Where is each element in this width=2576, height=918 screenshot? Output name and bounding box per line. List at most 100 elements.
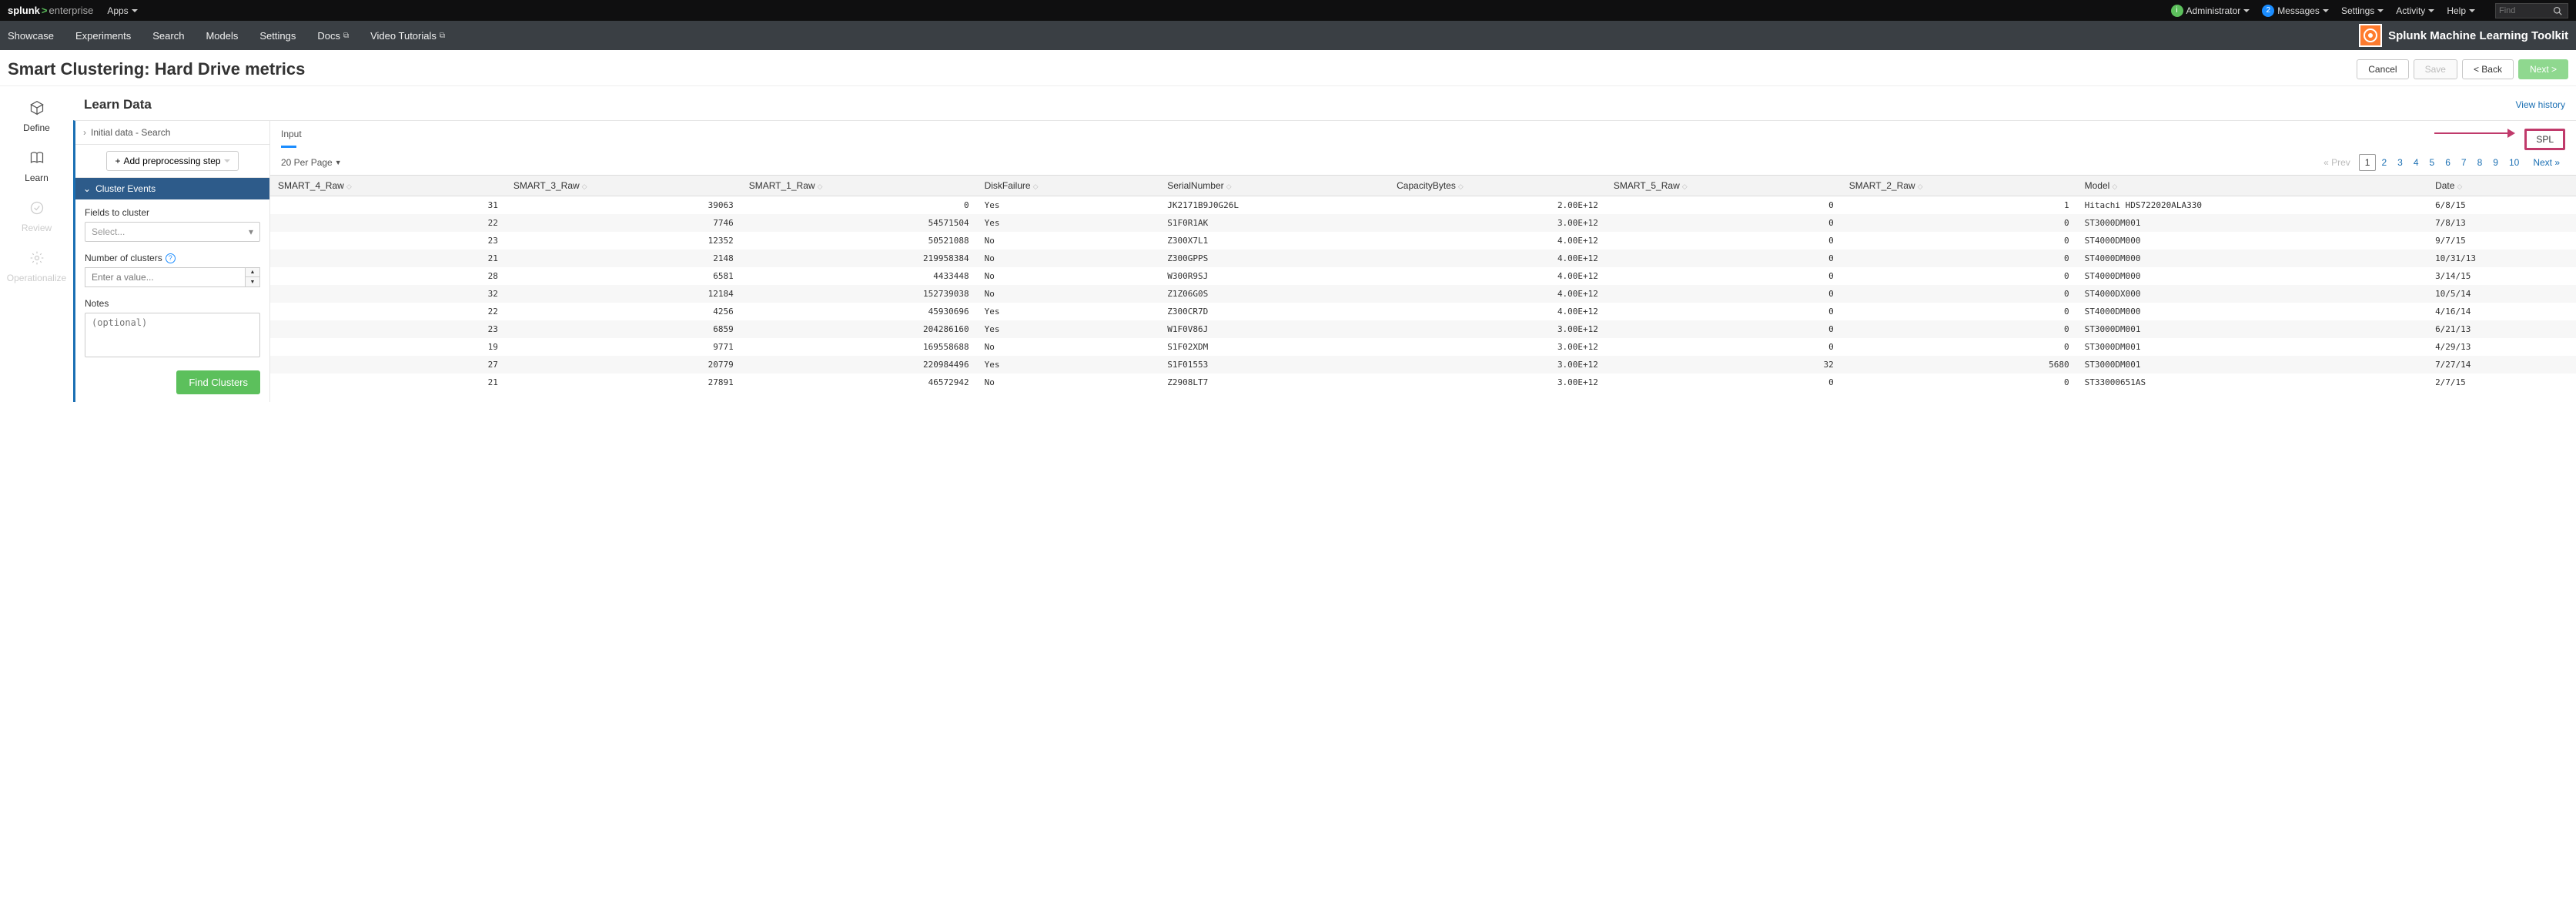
table-row[interactable]: 3212184152739038NoZ1Z06G0S4.00E+1200ST40… — [270, 285, 2576, 303]
fields-to-cluster-select[interactable]: Select... ▾ — [85, 222, 260, 242]
cell: 45930696 — [741, 303, 977, 320]
brand[interactable]: splunk>enterprise — [8, 5, 93, 16]
col-SMART_5_Raw[interactable]: SMART_5_Raw◇ — [1606, 176, 1842, 196]
pager-page-6[interactable]: 6 — [2440, 155, 2456, 170]
col-Date[interactable]: Date◇ — [2427, 176, 2576, 196]
pager-page-5[interactable]: 5 — [2424, 155, 2441, 170]
table-row[interactable]: 22774654571504YesS1F0R1AK3.00E+1200ST300… — [270, 214, 2576, 232]
nav-experiments[interactable]: Experiments — [75, 30, 131, 42]
pager-page-7[interactable]: 7 — [2456, 155, 2472, 170]
table-row[interactable]: 231235250521088NoZ300X7L14.00E+1200ST400… — [270, 232, 2576, 250]
cell: 0 — [1606, 303, 1842, 320]
cell: ST3000DM001 — [2077, 356, 2427, 374]
nav-settings[interactable]: Settings — [259, 30, 296, 42]
cancel-button[interactable]: Cancel — [2357, 59, 2408, 79]
table-row[interactable]: 212148219958384NoZ300GPPS4.00E+1200ST400… — [270, 250, 2576, 267]
administrator-menu[interactable]: i Administrator — [2171, 5, 2250, 17]
search-icon — [2553, 6, 2562, 15]
col-Model[interactable]: Model◇ — [2077, 176, 2427, 196]
cell: S1F01553 — [1159, 356, 1389, 374]
nav-search[interactable]: Search — [152, 30, 184, 42]
title-row: Smart Clustering: Hard Drive metrics Can… — [0, 50, 2576, 86]
cell: 22 — [270, 303, 506, 320]
cell: No — [977, 232, 1160, 250]
app-brand[interactable]: Splunk Machine Learning Toolkit — [2359, 24, 2568, 47]
per-page-dropdown[interactable]: 20 Per Page ▼ — [281, 157, 342, 168]
col-CapacityBytes[interactable]: CapacityBytes◇ — [1389, 176, 1606, 196]
cell: 0 — [1842, 214, 2077, 232]
fields-to-cluster-label: Fields to cluster — [85, 207, 260, 218]
table-row[interactable]: 2720779220984496YesS1F015533.00E+1232568… — [270, 356, 2576, 374]
table-row[interactable]: 199771169558688NoS1F02XDM3.00E+1200ST300… — [270, 338, 2576, 356]
table-row[interactable]: 22425645930696YesZ300CR7D4.00E+1200ST400… — [270, 303, 2576, 320]
nav-video-tutorials[interactable]: Video Tutorials⧉ — [370, 30, 445, 42]
find-input[interactable] — [2499, 6, 2553, 15]
pager-page-8[interactable]: 8 — [2472, 155, 2488, 170]
cell: 6859 — [506, 320, 741, 338]
activity-menu[interactable]: Activity — [2396, 5, 2434, 16]
notes-textarea[interactable] — [85, 313, 260, 357]
administrator-label: Administrator — [2186, 5, 2241, 16]
pager-page-10[interactable]: 10 — [2504, 155, 2524, 170]
spinner-down-icon[interactable]: ▼ — [246, 277, 259, 286]
table-row[interactable]: 2865814433448NoW300R9SJ4.00E+1200ST4000D… — [270, 267, 2576, 285]
stage-learn[interactable]: Learn — [0, 150, 73, 183]
spinner-up-icon[interactable]: ▲ — [246, 268, 259, 277]
number-input[interactable] — [85, 267, 245, 287]
col-SMART_3_Raw[interactable]: SMART_3_Raw◇ — [506, 176, 741, 196]
pager-page-9[interactable]: 9 — [2487, 155, 2504, 170]
back-button[interactable]: < Back — [2462, 59, 2514, 79]
messages-menu[interactable]: 2 Messages — [2262, 5, 2329, 17]
cell: ST4000DX000 — [2077, 285, 2427, 303]
app-nav: Showcase Experiments Search Models Setti… — [0, 21, 2576, 50]
col-SMART_4_Raw[interactable]: SMART_4_Raw◇ — [270, 176, 506, 196]
pager-page-3[interactable]: 3 — [2392, 155, 2408, 170]
cell: 0 — [1842, 250, 2077, 267]
spl-button[interactable]: SPL — [2524, 129, 2565, 150]
pager-page-2[interactable]: 2 — [2376, 155, 2392, 170]
pager-page-1[interactable]: 1 — [2359, 154, 2377, 171]
cell: 4.00E+12 — [1389, 250, 1606, 267]
nav-showcase[interactable]: Showcase — [8, 30, 54, 42]
table-row[interactable]: 212789146572942NoZ2908LT73.00E+1200ST330… — [270, 374, 2576, 391]
cell: S1F0R1AK — [1159, 214, 1389, 232]
view-history-link[interactable]: View history — [2516, 99, 2565, 110]
initial-data-strip[interactable]: › Initial data - Search — [75, 121, 269, 145]
cell: ST4000DM000 — [2077, 267, 2427, 285]
table-row[interactable]: 236859204286160YesW1F0V86J3.00E+1200ST30… — [270, 320, 2576, 338]
input-tab[interactable]: Input — [281, 129, 302, 148]
col-DiskFailure[interactable]: DiskFailure◇ — [977, 176, 1160, 196]
pager-next[interactable]: Next » — [2527, 155, 2565, 170]
cell: 2.00E+12 — [1389, 196, 1606, 215]
number-of-clusters-input[interactable]: ▲ ▼ — [85, 267, 260, 287]
nav-label: Experiments — [75, 30, 131, 42]
caret-down-icon — [132, 9, 138, 12]
cluster-events-header[interactable]: ⌄ Cluster Events — [75, 178, 269, 199]
stage-define[interactable]: Define — [0, 100, 73, 133]
apps-menu[interactable]: Apps — [107, 5, 137, 16]
cell: Yes — [977, 320, 1160, 338]
cell: W1F0V86J — [1159, 320, 1389, 338]
caret-down-icon — [2243, 9, 2250, 12]
cell: 0 — [1842, 285, 2077, 303]
col-SerialNumber[interactable]: SerialNumber◇ — [1159, 176, 1389, 196]
cell: 6/8/15 — [2427, 196, 2576, 215]
help-icon[interactable]: ? — [166, 253, 176, 263]
settings-menu[interactable]: Settings — [2341, 5, 2384, 16]
cell: 32 — [270, 285, 506, 303]
cell: 39063 — [506, 196, 741, 215]
col-SMART_1_Raw[interactable]: SMART_1_Raw◇ — [741, 176, 977, 196]
cell: 0 — [741, 196, 977, 215]
add-preprocessing-step-button[interactable]: + Add preprocessing step — [106, 151, 238, 171]
table-row[interactable]: 31390630YesJK2171B9J0G26L2.00E+1201Hitac… — [270, 196, 2576, 215]
cell: 12184 — [506, 285, 741, 303]
nav-models[interactable]: Models — [206, 30, 238, 42]
col-label: Date — [2435, 180, 2454, 191]
find-clusters-button[interactable]: Find Clusters — [176, 370, 260, 394]
find-box[interactable] — [2495, 3, 2568, 18]
pager-page-4[interactable]: 4 — [2408, 155, 2424, 170]
nav-docs[interactable]: Docs⧉ — [317, 30, 349, 42]
next-button[interactable]: Next > — [2518, 59, 2568, 79]
col-SMART_2_Raw[interactable]: SMART_2_Raw◇ — [1842, 176, 2077, 196]
help-menu[interactable]: Help — [2447, 5, 2475, 16]
